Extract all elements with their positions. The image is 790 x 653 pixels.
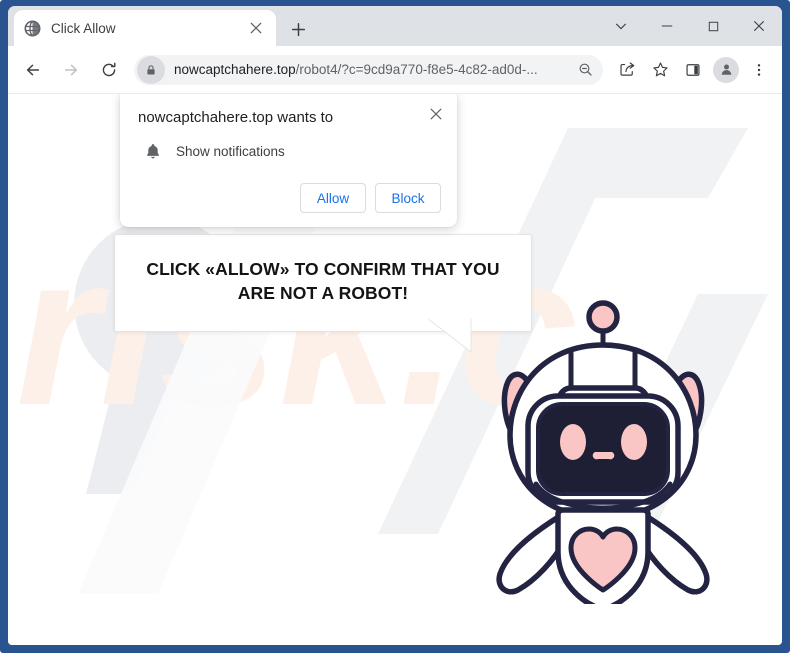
globe-icon <box>24 20 41 37</box>
speech-bubble-line1: CLICK «ALLOW» TO CONFIRM THAT YOU <box>146 259 500 279</box>
speech-bubble-tail <box>427 318 472 354</box>
bookmark-star-icon[interactable] <box>645 55 675 85</box>
tab-title: Click Allow <box>51 20 116 36</box>
permission-label: Show notifications <box>176 143 285 159</box>
address-bar-host: nowcaptchahere.top <box>174 61 296 77</box>
browser-toolbar: nowcaptchahere.top/robot4/?c=9cd9a770-f8… <box>8 46 782 94</box>
profile-avatar-icon <box>713 56 739 83</box>
profile-avatar[interactable] <box>711 55 741 85</box>
tab-strip: Click Allow <box>8 6 782 46</box>
permission-row: Show notifications <box>138 142 441 160</box>
address-bar[interactable]: nowcaptchahere.top/robot4/?c=9cd9a770-f8… <box>134 54 603 85</box>
new-tab-button[interactable] <box>284 15 312 43</box>
notification-permission-dialog: nowcaptchahere.top wants to Show notific… <box>120 94 457 227</box>
zoom-out-icon[interactable] <box>572 57 598 83</box>
speech-bubble-line2: ARE NOT A ROBOT! <box>237 283 409 303</box>
browser-window-frame: Click Allow nowcaptchahere.top/robot4/?c… <box>0 0 790 653</box>
dialog-title: nowcaptchahere.top wants to <box>138 109 334 126</box>
address-bar-path: /robot4/?c=9cd9a770-f8e5-4c82-ad0d-... <box>295 61 538 77</box>
speech-bubble-text: CLICK «ALLOW» TO CONFIRM THAT YOU ARE NO… <box>135 257 511 305</box>
dialog-actions: Allow Block <box>138 183 441 213</box>
page-content: risk.c CLICK «ALLOW» TO CONFIRM THAT YOU… <box>8 94 782 645</box>
robot-mascot <box>496 300 710 604</box>
browser-window: Click Allow nowcaptchahere.top/robot4/?c… <box>8 6 782 645</box>
minimize-button[interactable] <box>644 6 690 46</box>
maximize-button[interactable] <box>690 6 736 46</box>
share-icon[interactable] <box>612 55 642 85</box>
speech-bubble: CLICK «ALLOW» TO CONFIRM THAT YOU ARE NO… <box>114 234 532 354</box>
close-icon[interactable] <box>246 18 266 38</box>
allow-button[interactable]: Allow <box>300 183 366 213</box>
window-controls <box>598 6 782 46</box>
reload-icon[interactable] <box>92 53 126 87</box>
browser-tab[interactable]: Click Allow <box>14 10 276 46</box>
lock-icon[interactable] <box>137 55 165 84</box>
three-dot-menu-icon[interactable] <box>744 55 774 85</box>
block-button[interactable]: Block <box>375 183 441 213</box>
bell-icon <box>144 142 162 160</box>
close-icon[interactable] <box>425 103 447 125</box>
forward-icon[interactable] <box>54 53 88 87</box>
tab-search-button[interactable] <box>598 6 644 46</box>
side-panel-icon[interactable] <box>678 55 708 85</box>
close-window-button[interactable] <box>736 6 782 46</box>
address-bar-text: nowcaptchahere.top/robot4/?c=9cd9a770-f8… <box>174 55 572 85</box>
back-icon[interactable] <box>16 53 50 87</box>
